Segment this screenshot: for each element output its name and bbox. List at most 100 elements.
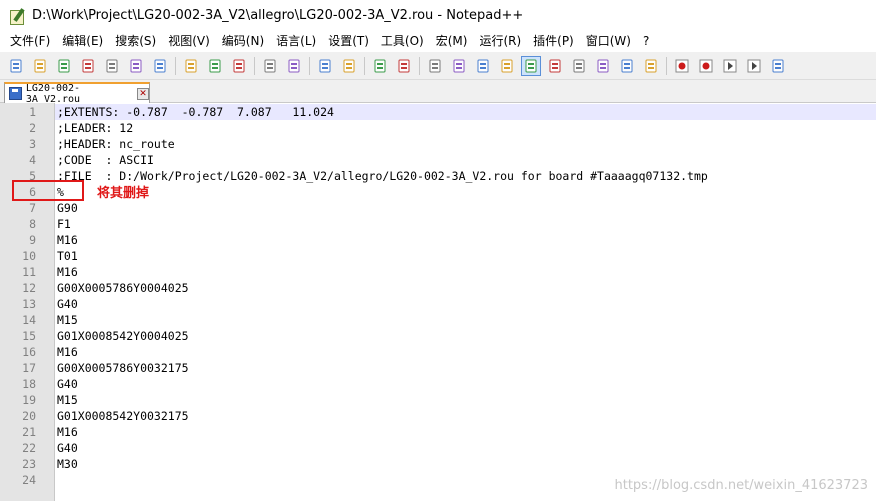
editor-line[interactable]: 7 G90 xyxy=(0,200,876,216)
menu-item-0[interactable]: 文件(F) xyxy=(4,31,56,52)
sync-horizontal-icon[interactable] xyxy=(449,56,469,76)
save-status-icon xyxy=(9,87,22,100)
run-multiple-icon[interactable] xyxy=(744,56,764,76)
line-text: ;EXTENTS: -0.787 -0.787 7.087 11.024 xyxy=(57,105,334,119)
save-icon[interactable] xyxy=(54,56,74,76)
line-text: G40 xyxy=(57,441,78,455)
editor-line[interactable]: 11 M16 xyxy=(0,264,876,280)
replace-icon[interactable] xyxy=(339,56,359,76)
toolbar-separator xyxy=(175,56,176,75)
line-text: M15 xyxy=(57,393,78,407)
undo-icon[interactable] xyxy=(260,56,280,76)
play-macro-icon[interactable] xyxy=(720,56,740,76)
line-text: T01 xyxy=(57,249,78,263)
line-text: M30 xyxy=(57,457,78,471)
editor-line[interactable]: 4 ;CODE : ASCII xyxy=(0,152,876,168)
editor-line[interactable]: 10 T01 xyxy=(0,248,876,264)
line-number: 19 xyxy=(22,393,36,407)
line-text: G00X0005786Y0004025 xyxy=(57,281,189,295)
file-tab[interactable]: LG20-002-3A_V2.rou ✕ xyxy=(4,82,150,105)
zoom-out-icon[interactable] xyxy=(394,56,414,76)
line-number: 14 xyxy=(22,313,36,327)
editor-line[interactable]: 1 ;EXTENTS: -0.787 -0.787 7.087 11.024 xyxy=(29,104,876,120)
editor-line[interactable]: 3 ;HEADER: nc_route xyxy=(0,136,876,152)
print-icon[interactable] xyxy=(150,56,170,76)
file-tab-label: LG20-002-3A_V2.rou xyxy=(25,82,81,105)
line-number: 22 xyxy=(22,441,36,455)
cut-icon[interactable] xyxy=(181,56,201,76)
indent-guide-icon[interactable] xyxy=(521,55,541,76)
udl-icon[interactable] xyxy=(545,56,565,76)
menu-item-1[interactable]: 编辑(E) xyxy=(56,31,109,52)
menu-item-2[interactable]: 搜索(S) xyxy=(109,31,162,52)
menu-item-3[interactable]: 视图(V) xyxy=(162,31,216,52)
editor-line[interactable]: 2 ;LEADER: 12 xyxy=(0,120,876,136)
line-number: 7 xyxy=(29,201,36,215)
save-all-icon[interactable] xyxy=(78,56,98,76)
doc-map-icon[interactable] xyxy=(569,56,589,76)
open-file-icon[interactable] xyxy=(30,56,50,76)
redo-icon[interactable] xyxy=(284,56,304,76)
line-number: 10 xyxy=(22,249,36,263)
editor-line[interactable]: 12 G00X0005786Y0004025 xyxy=(0,280,876,296)
find-icon[interactable] xyxy=(315,56,335,76)
editor-line[interactable]: 8 F1 xyxy=(0,216,876,232)
line-number: 21 xyxy=(22,425,36,439)
menu-item-4[interactable]: 编码(N) xyxy=(216,31,270,52)
sync-vertical-icon[interactable] xyxy=(425,56,445,76)
paste-icon[interactable] xyxy=(229,56,249,76)
editor-line[interactable]: 14 M15 xyxy=(0,312,876,328)
line-text: G00X0005786Y0032175 xyxy=(57,361,189,375)
editor-line[interactable]: 16 M16 xyxy=(0,344,876,360)
menu-item-11[interactable]: 窗口(W) xyxy=(580,31,637,52)
line-text: ;FILE : D:/Work/Project/LG20-002-3A_V2/a… xyxy=(57,169,708,183)
copy-icon[interactable] xyxy=(205,56,225,76)
close-all-icon[interactable] xyxy=(126,56,146,76)
menu-item-5[interactable]: 语言(L) xyxy=(270,31,322,52)
menu-item-6[interactable]: 设置(T) xyxy=(322,31,375,52)
monitor-icon[interactable] xyxy=(641,56,661,76)
toolbar-separator xyxy=(666,56,667,75)
editor-line[interactable]: 15 G01X0008542Y0004025 xyxy=(0,328,876,344)
line-number: 9 xyxy=(29,233,36,247)
editor-line[interactable]: 21 M16 xyxy=(0,424,876,440)
close-tab-icon[interactable]: ✕ xyxy=(137,87,149,100)
close-icon[interactable] xyxy=(102,56,122,76)
editor-line[interactable]: 23 M30 xyxy=(0,456,876,472)
line-text: ;LEADER: 12 xyxy=(57,121,134,135)
menu-item-7[interactable]: 工具(O) xyxy=(375,31,430,52)
editor-line[interactable]: 9 M16 xyxy=(0,232,876,248)
line-number: 18 xyxy=(22,377,36,391)
zoom-in-icon[interactable] xyxy=(370,56,390,76)
editor-line[interactable]: 22 G40 xyxy=(0,440,876,456)
editor-line[interactable]: 17 G00X0005786Y0032175 xyxy=(0,360,876,376)
watermark: https://blog.csdn.net/weixin_41623723 xyxy=(614,478,868,493)
line-text: ;HEADER: nc_route xyxy=(57,137,175,151)
menu-item-8[interactable]: 宏(M) xyxy=(430,31,474,52)
line-number: 11 xyxy=(22,265,36,279)
line-text: M16 xyxy=(57,425,78,439)
line-number: 23 xyxy=(22,457,36,471)
line-number: 15 xyxy=(22,329,36,343)
editor-line[interactable]: 18 G40 xyxy=(0,376,876,392)
toolbar-separator xyxy=(419,56,420,75)
editor-line[interactable]: 19 M15 xyxy=(0,392,876,408)
line-text: G40 xyxy=(57,377,78,391)
line-number: 16 xyxy=(22,345,36,359)
record-macro-icon[interactable] xyxy=(672,56,692,76)
editor-line[interactable]: 20 G01X0008542Y0032175 xyxy=(0,408,876,424)
word-wrap-icon[interactable] xyxy=(473,56,493,76)
line-number: 3 xyxy=(29,137,36,151)
menu-item-10[interactable]: 插件(P) xyxy=(527,31,580,52)
new-file-icon[interactable] xyxy=(6,56,26,76)
stop-record-icon[interactable] xyxy=(696,56,716,76)
editor-line[interactable]: 13 G40 xyxy=(0,296,876,312)
show-all-chars-icon[interactable] xyxy=(497,56,517,76)
folder-workspace-icon[interactable] xyxy=(617,56,637,76)
function-list-icon[interactable] xyxy=(593,56,613,76)
menu-item-9[interactable]: 运行(R) xyxy=(473,31,527,52)
editor[interactable]: 1 ;EXTENTS: -0.787 -0.787 7.087 11.024 2 ;L… xyxy=(0,103,876,501)
menu-item-12[interactable]: ? xyxy=(637,31,655,52)
annotation-text: 将其删掉 xyxy=(97,186,150,201)
save-macro-icon[interactable] xyxy=(768,56,788,76)
